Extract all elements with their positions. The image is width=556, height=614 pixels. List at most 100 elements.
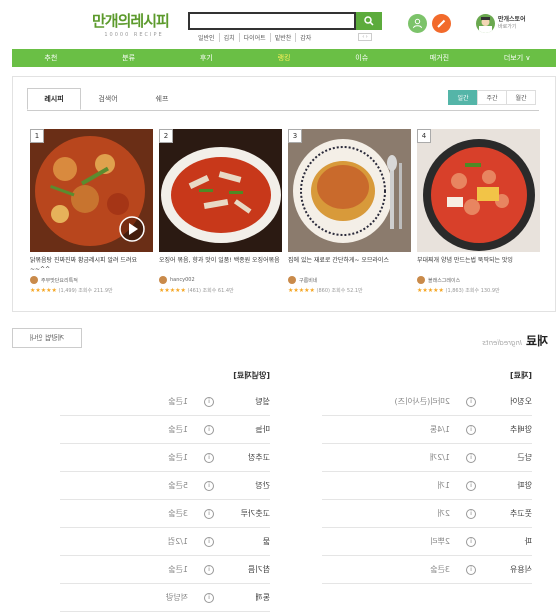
rank-number: 2	[159, 129, 173, 143]
rating-stars: ★★★★★	[288, 287, 315, 294]
recipe-card[interactable]: 1 닭볶음탕 진짜진짜 황금레시피 알려 드려요 ~~^^ 주부맛단요리특적 ★…	[30, 129, 153, 294]
nav-item-ranking[interactable]: 랭킹	[245, 49, 323, 67]
nav-item-review[interactable]: 후기	[167, 49, 245, 67]
ingredient-amount: 1개	[437, 481, 450, 490]
nav-item-recommend[interactable]: 추천	[12, 49, 90, 67]
ingredient-row: 마늘 i 1큰술	[60, 416, 270, 444]
recipe-title[interactable]: 닭볶음탕 진짜진짜 황금레시피 알려 드려요 ~~^^	[30, 256, 153, 274]
army-stew-photo	[417, 129, 540, 252]
recipe-image[interactable]: 2	[159, 129, 282, 252]
info-icon[interactable]: i	[204, 564, 214, 575]
measurement-guide-button[interactable]: 계량법 안내	[12, 328, 82, 348]
ingredient-amount: 1큰술	[168, 397, 188, 406]
recipe-author[interactable]: 구름비네	[288, 276, 411, 284]
info-icon[interactable]: i	[204, 536, 214, 547]
ingredient-amount: 2개	[437, 509, 450, 518]
ingredient-row: 물 i 1/2컵	[60, 528, 270, 556]
ingredient-name: 참기름	[247, 565, 270, 574]
rank-number: 1	[30, 129, 44, 143]
recipe-author[interactable]: 블래스그레이스	[417, 276, 540, 284]
ingredient-name: 식용유	[509, 565, 532, 574]
author-avatar	[288, 276, 296, 284]
recipe-title[interactable]: 집에 있는 재료로 간단하게~ 오므라이스	[288, 256, 411, 274]
info-icon[interactable]: i	[466, 480, 476, 491]
search-tag[interactable]: 김치	[220, 33, 240, 42]
recipe-stats: ★★★★★ (1,499) 조회수 211.9만	[30, 287, 153, 294]
rank-number: 4	[417, 129, 431, 143]
nav-item-magazine[interactable]: 매거진	[401, 49, 479, 67]
recipe-author[interactable]: hancy002	[159, 276, 282, 284]
ingredient-amount: 1/2개	[429, 453, 450, 462]
ingredient-row: 식용유 i 3큰술	[322, 556, 532, 584]
search-input[interactable]	[188, 12, 356, 30]
recipe-author[interactable]: 주부맛단요리특적	[30, 276, 153, 284]
recipe-title[interactable]: 부대찌개 양념 만드는법 뚝딱되는 맛잉	[417, 256, 540, 274]
recipe-card[interactable]: 2 오징어 볶음, 향과 맛이 일품! 백종원 오징어볶음 hancy002 ★…	[159, 129, 282, 294]
ingredient-name: 물	[262, 537, 270, 546]
nav-item-more[interactable]: 더보기 ∨	[478, 49, 556, 67]
author-avatar	[159, 276, 167, 284]
tab-chef[interactable]: 쉐프	[135, 88, 189, 110]
info-icon[interactable]: i	[466, 424, 476, 435]
recipe-image[interactable]: 4	[417, 129, 540, 252]
tab-search-terms[interactable]: 검색어	[81, 88, 135, 110]
recipe-image[interactable]: 1	[30, 129, 153, 252]
info-icon[interactable]: i	[466, 564, 476, 575]
ingredient-row: 오징어 i 2마리(큰사이즈)	[322, 388, 532, 416]
search-tag[interactable]: 다이어트	[240, 33, 271, 42]
info-icon[interactable]: i	[204, 424, 214, 435]
info-icon[interactable]: i	[204, 508, 214, 519]
ingredient-amount: 적당량	[165, 593, 188, 602]
recipe-title[interactable]: 오징어 볶음, 향과 맛이 일품! 백종원 오징어볶음	[159, 256, 282, 274]
ingredient-amount: 2뿌리	[430, 537, 450, 546]
search-tag[interactable]: 감자	[296, 33, 315, 42]
ingredient-name: 고춧가루	[240, 509, 270, 518]
tab-recipe[interactable]: 레시피	[27, 88, 81, 110]
recipe-image[interactable]: 3	[288, 129, 411, 252]
info-icon[interactable]: i	[204, 592, 214, 603]
info-icon[interactable]: i	[466, 452, 476, 463]
ingredient-name: 설탕	[255, 397, 270, 406]
ingredient-row: 간장 i 5큰술	[60, 472, 270, 500]
info-icon[interactable]: i	[204, 396, 214, 407]
ingredients-column-head: [재료]	[509, 371, 532, 380]
store-avatar-icon[interactable]	[476, 14, 495, 33]
search-tag[interactable]: 밑반찬	[271, 33, 297, 42]
play-icon[interactable]	[118, 215, 146, 243]
info-icon[interactable]: i	[204, 480, 214, 491]
ingredient-amount: 2마리(큰사이즈)	[394, 397, 451, 406]
ingredient-row: 양파 i 1개	[322, 472, 532, 500]
rank-number: 3	[288, 129, 302, 143]
period-toggle: 일간 주간 월간	[448, 90, 536, 105]
seasoning-list: 설탕 i 1큰술 마늘 i 1큰술 고추장 i 1큰술 간장 i 5큰술 고춧가루 i 3큰술 물 i…	[60, 388, 270, 612]
store-link[interactable]: 만개스토어 바로가기	[498, 16, 526, 30]
info-icon[interactable]: i	[466, 536, 476, 547]
author-name: 주부맛단요리특적	[41, 277, 78, 284]
author-avatar	[30, 276, 38, 284]
ingredient-amount: 5큰술	[168, 481, 188, 490]
user-icon[interactable]	[408, 14, 427, 33]
recipe-card[interactable]: 3 집에 있는 재료로 간단하게~ 오므라이스 구름비네 ★★★★★ (860)…	[288, 129, 411, 294]
ranking-tabs: 레시피 검색어 쉐프	[27, 88, 189, 110]
info-icon[interactable]: i	[466, 396, 476, 407]
search-icon	[364, 16, 374, 26]
site-logo[interactable]: 만개의레시피 10000 RECIPE	[92, 10, 176, 40]
write-icon[interactable]	[432, 14, 451, 33]
ingredients-subheading: Ingredients	[482, 339, 522, 347]
nav-item-issue[interactable]: 이슈	[323, 49, 401, 67]
search-tag[interactable]: 일반인	[194, 33, 220, 42]
nav-item-category[interactable]: 분류	[90, 49, 168, 67]
rating-stars: ★★★★★	[159, 287, 186, 294]
info-icon[interactable]: i	[204, 452, 214, 463]
recipe-card[interactable]: 4 부대찌개 양념 만드는법 뚝딱되는 맛잉 블래스그레이스 ★★★★★ (1,…	[417, 129, 540, 294]
period-weekly[interactable]: 주간	[477, 90, 507, 105]
period-monthly[interactable]: 월간	[506, 90, 536, 105]
ingredient-row: 고추장 i 1큰술	[60, 444, 270, 472]
ingredient-row: 설탕 i 1큰술	[60, 388, 270, 416]
tag-arrows[interactable]: ‹ ›	[358, 33, 372, 41]
info-icon[interactable]: i	[466, 508, 476, 519]
rating-stars: ★★★★★	[417, 287, 444, 294]
ranking-panel: 레시피 검색어 쉐프 일간 주간 월간 1 닭볶음탕 진짜진짜 황금레시피 알려…	[12, 76, 556, 312]
search-button[interactable]	[356, 12, 382, 30]
period-daily[interactable]: 일간	[448, 90, 478, 105]
